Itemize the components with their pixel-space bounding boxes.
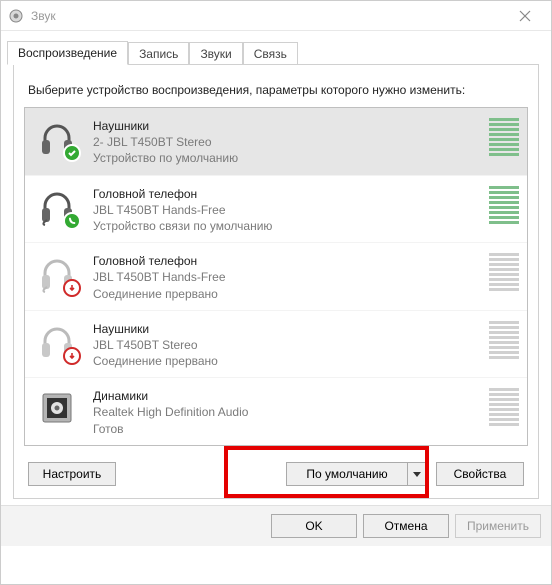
headphones-icon [35, 116, 79, 160]
level-meter [489, 386, 519, 426]
device-name: Головной телефон [93, 253, 483, 269]
dialog-button-row: OK Отмена Применить [1, 505, 551, 546]
device-row[interactable]: Наушники JBL T450BT Stereo Соединение пр… [25, 310, 527, 378]
tab-recording[interactable]: Запись [128, 42, 189, 65]
close-icon [519, 10, 531, 22]
titlebar: Звук [1, 1, 551, 31]
device-name: Динамики [93, 388, 483, 404]
device-row[interactable]: Головной телефон JBL T450BT Hands-Free С… [25, 242, 527, 310]
device-sub: JBL T450BT Hands-Free [93, 269, 483, 285]
window-title: Звук [31, 9, 505, 23]
tab-sounds[interactable]: Звуки [189, 42, 242, 65]
chevron-down-icon [413, 470, 421, 478]
sound-app-icon [7, 7, 25, 25]
device-status: Соединение прервано [93, 286, 483, 302]
headphones-icon [35, 319, 79, 363]
error-badge-icon [63, 279, 81, 297]
device-text: Головной телефон JBL T450BT Hands-Free У… [93, 184, 483, 235]
device-text: Наушники 2- JBL T450BT Stereo Устройство… [93, 116, 483, 167]
level-meter [489, 319, 519, 359]
device-sub: JBL T450BT Hands-Free [93, 202, 483, 218]
level-meter [489, 184, 519, 224]
tab-panel: Выберите устройство воспроизведения, пар… [13, 64, 539, 499]
tab-playback[interactable]: Воспроизведение [7, 41, 128, 65]
device-row[interactable]: Наушники 2- JBL T450BT Stereo Устройство… [25, 108, 527, 175]
sound-dialog: Звук Воспроизведение Запись Звуки Связь … [0, 0, 552, 585]
set-default-label: По умолчанию [287, 463, 407, 485]
device-status: Устройство по умолчанию [93, 150, 483, 166]
panel-button-row: Настроить По умолчанию Свойства [24, 446, 528, 490]
headset-icon [35, 251, 79, 295]
device-sub: 2- JBL T450BT Stereo [93, 134, 483, 150]
device-text: Головной телефон JBL T450BT Hands-Free С… [93, 251, 483, 302]
cancel-button[interactable]: Отмена [363, 514, 449, 538]
device-row[interactable]: Головной телефон JBL T450BT Hands-Free У… [25, 175, 527, 243]
prompt-text: Выберите устройство воспроизведения, пар… [28, 83, 524, 97]
error-badge-icon [63, 347, 81, 365]
level-meter [489, 116, 519, 156]
device-text: Динамики Realtek High Definition Audio Г… [93, 386, 483, 437]
device-status: Соединение прервано [93, 353, 483, 369]
close-button[interactable] [505, 2, 545, 30]
tab-strip: Воспроизведение Запись Звуки Связь Выбер… [1, 31, 551, 505]
set-default-dropdown[interactable] [407, 463, 425, 485]
device-name: Наушники [93, 321, 483, 337]
device-list[interactable]: Наушники 2- JBL T450BT Stereo Устройство… [24, 107, 528, 446]
ok-button[interactable]: OK [271, 514, 357, 538]
properties-button[interactable]: Свойства [436, 462, 524, 486]
check-badge-icon [63, 144, 81, 162]
device-name: Головной телефон [93, 186, 483, 202]
tab-communications[interactable]: Связь [243, 42, 298, 65]
device-status: Устройство связи по умолчанию [93, 218, 483, 234]
device-status: Готов [93, 421, 483, 437]
configure-button[interactable]: Настроить [28, 462, 116, 486]
phone-badge-icon [63, 212, 81, 230]
apply-button[interactable]: Применить [455, 514, 541, 538]
device-sub: JBL T450BT Stereo [93, 337, 483, 353]
device-sub: Realtek High Definition Audio [93, 404, 483, 420]
set-default-button[interactable]: По умолчанию [286, 462, 426, 486]
device-row[interactable]: Динамики Realtek High Definition Audio Г… [25, 377, 527, 445]
headset-icon [35, 184, 79, 228]
speaker-icon [35, 386, 79, 430]
device-text: Наушники JBL T450BT Stereo Соединение пр… [93, 319, 483, 370]
level-meter [489, 251, 519, 291]
device-name: Наушники [93, 118, 483, 134]
